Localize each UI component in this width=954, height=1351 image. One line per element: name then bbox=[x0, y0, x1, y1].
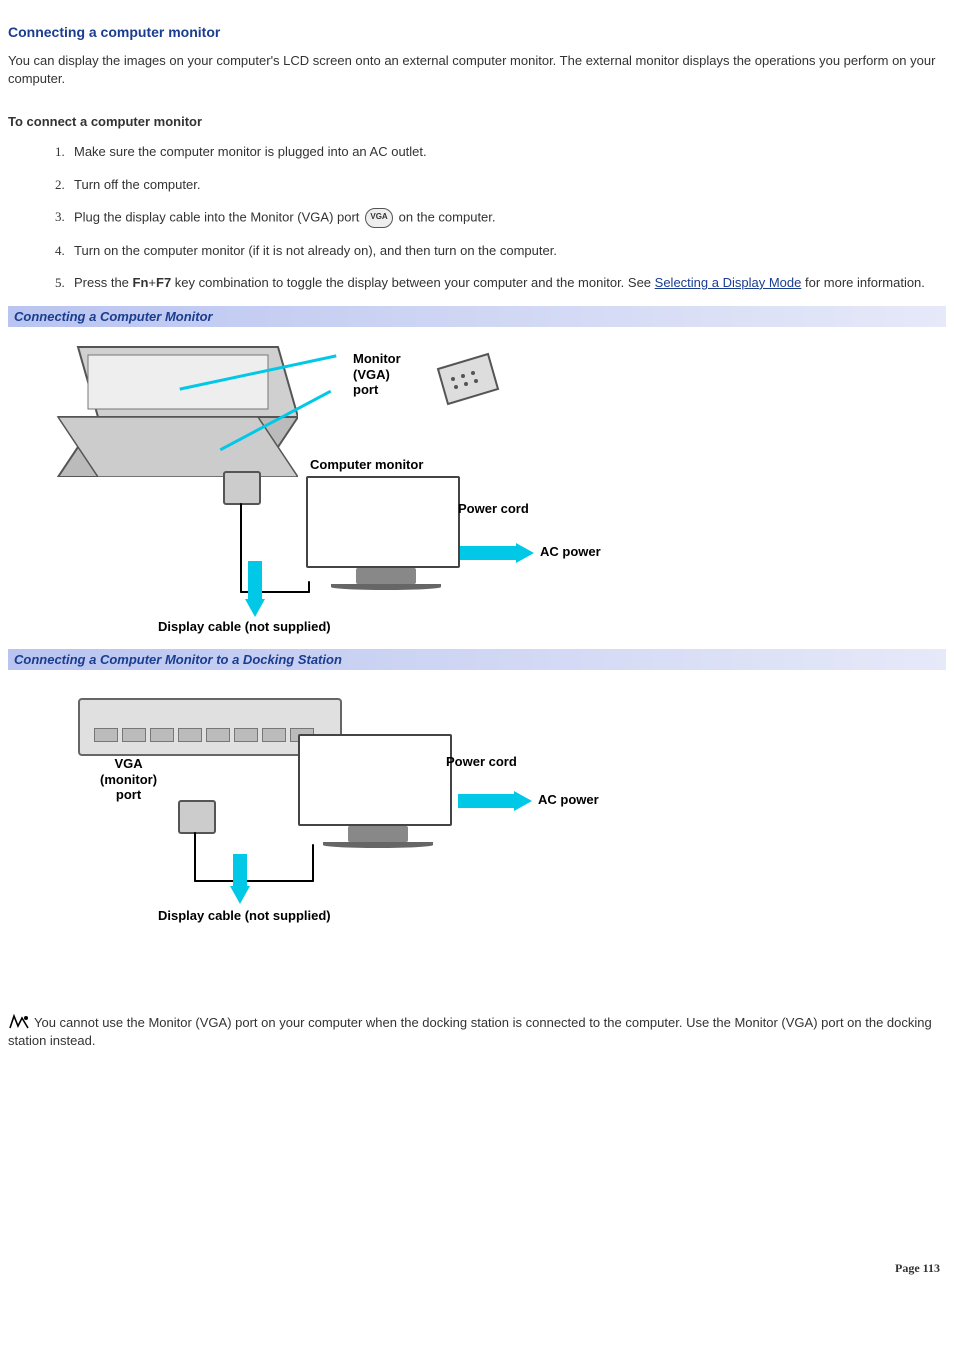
note-paragraph: You cannot use the Monitor (VGA) port on… bbox=[8, 1014, 946, 1050]
section-title: Connecting a computer monitor bbox=[8, 24, 946, 40]
step-5-text-a: Press the bbox=[74, 275, 133, 290]
step-5-text-c: for more information. bbox=[801, 275, 925, 290]
vga-connector-icon bbox=[428, 349, 508, 409]
vga-plug-icon-2 bbox=[178, 800, 216, 834]
step-5: Press the Fn+F7 key combination to toggl… bbox=[68, 274, 946, 292]
link-selecting-display-mode[interactable]: Selecting a Display Mode bbox=[655, 275, 802, 290]
step-3-text-a: Plug the display cable into the Monitor … bbox=[74, 209, 363, 224]
step-3-text-b: on the computer. bbox=[399, 209, 496, 224]
label-computer-monitor: Computer monitor bbox=[310, 457, 423, 473]
label-ac-power: AC power bbox=[540, 544, 601, 560]
monitor-icon bbox=[306, 476, 466, 586]
step-5-text-b: key combination to toggle the display be… bbox=[171, 275, 654, 290]
figure2-caption: Connecting a Computer Monitor to a Docki… bbox=[8, 649, 946, 670]
step-3: Plug the display cable into the Monitor … bbox=[68, 208, 946, 228]
figure1-diagram: Monitor (VGA) port Computer monitor Powe… bbox=[8, 331, 648, 641]
key-fn: Fn bbox=[133, 275, 149, 290]
key-plus: + bbox=[148, 275, 156, 290]
vga-port-icon: VGA bbox=[365, 208, 393, 228]
label-ac-power-2: AC power bbox=[538, 792, 599, 808]
laptop-icon bbox=[48, 337, 298, 477]
monitor-icon-2 bbox=[298, 734, 458, 844]
step-2: Turn off the computer. bbox=[68, 176, 946, 194]
step-4: Turn on the computer monitor (if it is n… bbox=[68, 242, 946, 260]
label-vga-port-dock: VGA (monitor) port bbox=[100, 756, 157, 803]
label-vga-port: Monitor (VGA) port bbox=[353, 351, 401, 398]
label-display-cable: Display cable (not supplied) bbox=[158, 619, 331, 635]
steps-list: Make sure the computer monitor is plugge… bbox=[8, 143, 946, 292]
key-f7: F7 bbox=[156, 275, 171, 290]
vga-plug-icon bbox=[223, 471, 261, 505]
figure2-diagram: VGA (monitor) port Power cord AC power D… bbox=[8, 674, 648, 944]
note-icon bbox=[8, 1014, 30, 1030]
figure1-caption: Connecting a Computer Monitor bbox=[8, 306, 946, 327]
label-display-cable-2: Display cable (not supplied) bbox=[158, 908, 331, 924]
label-power-cord-2: Power cord bbox=[446, 754, 517, 770]
page-number: Page 113 bbox=[895, 1261, 940, 1276]
label-power-cord: Power cord bbox=[458, 501, 529, 517]
intro-paragraph: You can display the images on your compu… bbox=[8, 52, 946, 88]
procedure-heading: To connect a computer monitor bbox=[8, 114, 946, 129]
step-1: Make sure the computer monitor is plugge… bbox=[68, 143, 946, 161]
note-text: You cannot use the Monitor (VGA) port on… bbox=[8, 1015, 932, 1048]
